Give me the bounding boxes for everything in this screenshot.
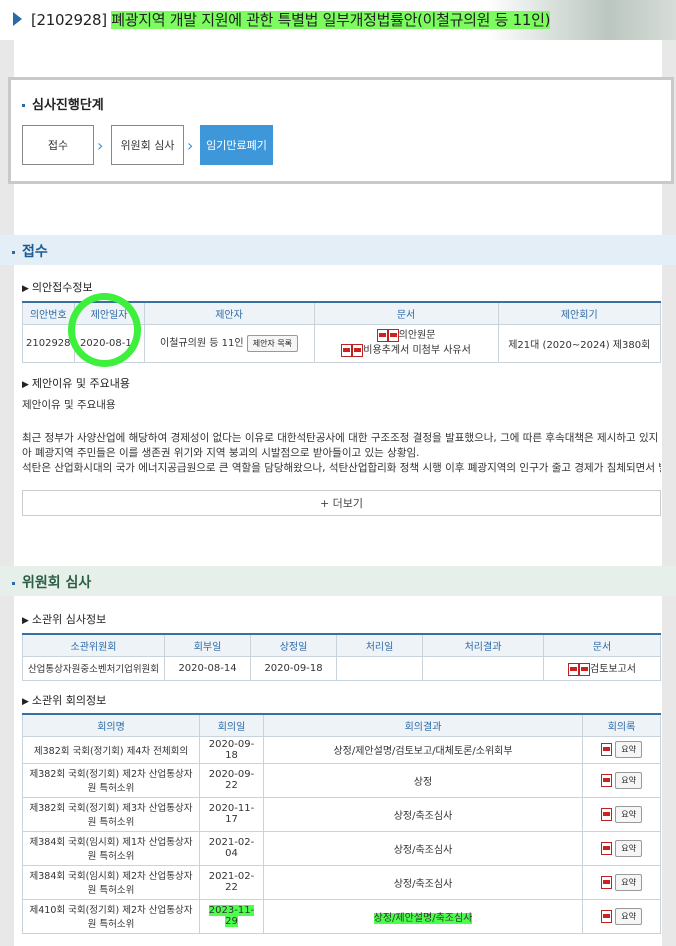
proposer-list-button[interactable]: 제안자 목록 [246, 334, 299, 352]
cell-committee: 산업통상자원중소벤처기업위원회 [22, 655, 165, 681]
cell-result [422, 655, 544, 681]
pdf-icon[interactable] [387, 328, 399, 342]
table-row: 제384회 국회(임시회) 제1차 산업통상자원 특허소위 2021-02-04… [22, 830, 661, 866]
bill-title: [2102928] 폐광지역 개발 지원에 관한 특별법 일부개정법률안(이철규… [31, 11, 551, 29]
committee-info-title: ▶ 소관위 심사정보 [22, 613, 107, 626]
annotation-circle [68, 293, 141, 367]
col-docs: 문서 [313, 301, 499, 325]
summary-button[interactable]: 요약 [615, 771, 642, 789]
col-doc: 문서 [543, 633, 661, 657]
pdf-icon[interactable] [352, 343, 364, 357]
step-reception[interactable]: 접수 [22, 125, 94, 165]
col-committee: 소관위원회 [22, 633, 165, 657]
col-present-date: 상정일 [250, 633, 337, 657]
reception-info-title: ▶ 의안접수정보 [22, 281, 93, 294]
cell-bill-no: 2102928 [22, 323, 75, 363]
table-row: 제382회 국회(정기회) 제2차 산업통상자원 특허소위 2020-09-22… [22, 762, 661, 798]
cell-proc-date [336, 655, 423, 681]
summary-button[interactable]: 요약 [615, 873, 642, 891]
highlighted-result: 상정/제안설명/축조심사 [373, 912, 473, 924]
hwp-icon[interactable] [568, 662, 579, 676]
summary-button[interactable]: 요약 [615, 741, 642, 758]
pdf-icon[interactable] [601, 875, 613, 889]
col-meeting-name: 회의명 [22, 713, 200, 737]
col-bill-no: 의안번호 [22, 301, 75, 325]
pdf-icon[interactable] [601, 909, 613, 923]
col-result: 처리결과 [422, 633, 544, 657]
table-row: 제410회 국회(정기회) 제2차 산업통상자원 특허소위 2023-11-29… [22, 898, 661, 934]
pdf-icon[interactable] [601, 807, 613, 821]
meeting-info-title: ▶ 소관위 회의정보 [22, 694, 107, 707]
col-meeting-date: 회의일 [199, 713, 264, 737]
stage-panel [8, 77, 674, 184]
reason-line-1: 최근 정부가 사양산업에 해당하여 경제성이 없다는 이유로 대한석탄공사에 대… [22, 432, 661, 444]
bill-title-highlight: 폐광지역 개발 지원에 관한 특별법 일부개정법률안(이철규의원 등 11인) [111, 11, 551, 29]
reason-title: ▶ 제안이유 및 주요내용 [22, 377, 130, 390]
reason-line-2: 아 폐광지역 주민들은 이를 생존권 위기와 지역 붕괴의 시발점으로 받아들이… [22, 447, 420, 459]
col-refer-date: 회부일 [164, 633, 251, 657]
bullet-dot-icon [12, 250, 15, 254]
cell-docs: 의안원문 비용추계서 미첨부 사유서 [313, 323, 499, 363]
cell-doc: 검토보고서 [543, 655, 661, 681]
cell-session: 제21대 (2020~2024) 제380회 [497, 323, 662, 363]
meeting-table: 회의명 회의일 회의결과 회의록 제382회 국회(정기회) 제4차 전체회의 … [22, 713, 661, 934]
summary-button[interactable]: 요약 [615, 839, 642, 857]
col-minutes: 회의록 [582, 713, 661, 737]
col-session: 제안회기 [497, 301, 662, 325]
bullet-dot-icon [12, 581, 15, 585]
cell-present-date: 2020-09-18 [250, 655, 337, 681]
hwp-icon[interactable] [341, 343, 353, 357]
pdf-icon[interactable] [601, 773, 613, 787]
col-proc-date: 처리일 [336, 633, 423, 657]
col-meeting-result: 회의결과 [263, 713, 583, 737]
chevron-right-icon: › [187, 136, 194, 155]
chevron-right-icon: › [97, 136, 104, 155]
cell-proposer: 이철규의원 등 11인 제안자 목록 [143, 323, 315, 363]
step-committee[interactable]: 위원회 심사 [111, 125, 184, 165]
doc-original: 의안원문 [398, 330, 436, 341]
reason-line-3: 석탄은 산업화시대의 국가 에너지공급원으로 큰 역할을 담당해왔으나, 석탄산… [22, 462, 661, 474]
highlighted-date: 2023-11-29 [208, 905, 255, 927]
more-button[interactable]: + 더보기 [22, 490, 661, 516]
bullet-arrow-icon [13, 12, 22, 26]
reason-subtitle: 제안이유 및 주요내용 [22, 399, 116, 411]
table-row: 제382회 국회(정기회) 제4차 전체회의 2020-09-18 상정/제안설… [22, 735, 661, 764]
page-header: [2102928] 폐광지역 개발 지원에 관한 특별법 일부개정법률안(이철규… [0, 0, 676, 40]
step-expired[interactable]: 임기만료폐기 [200, 125, 273, 165]
cell-refer-date: 2020-08-14 [164, 655, 251, 681]
bullet-dot-icon [22, 104, 25, 107]
table-row: 제382회 국회(정기회) 제3차 산업통상자원 특허소위 2020-11-17… [22, 796, 661, 832]
summary-button[interactable]: 요약 [615, 805, 642, 823]
section-committee: 위원회 심사 [0, 566, 676, 596]
committee-table: 소관위원회 회부일 상정일 처리일 처리결과 문서 산업통상자원중소벤처기업위원… [22, 633, 661, 681]
triangle-right-icon: ▶ [22, 284, 29, 294]
table-row: 제384회 국회(임시회) 제2차 산업통상자원 특허소위 2021-02-22… [22, 864, 661, 900]
triangle-right-icon: ▶ [22, 697, 29, 707]
stage-title: 심사진행단계 [22, 94, 104, 113]
hwp-icon[interactable] [376, 328, 388, 342]
triangle-right-icon: ▶ [22, 380, 29, 390]
pdf-icon[interactable] [601, 743, 613, 756]
pdf-icon[interactable] [579, 662, 590, 676]
section-reception: 접수 [0, 235, 676, 265]
col-proposer: 제안자 [143, 301, 315, 325]
pdf-icon[interactable] [601, 841, 613, 855]
triangle-right-icon: ▶ [22, 616, 29, 626]
doc-cost-reason: 비용추계서 미첨부 사유서 [363, 345, 471, 356]
summary-button[interactable]: 요약 [615, 907, 642, 925]
